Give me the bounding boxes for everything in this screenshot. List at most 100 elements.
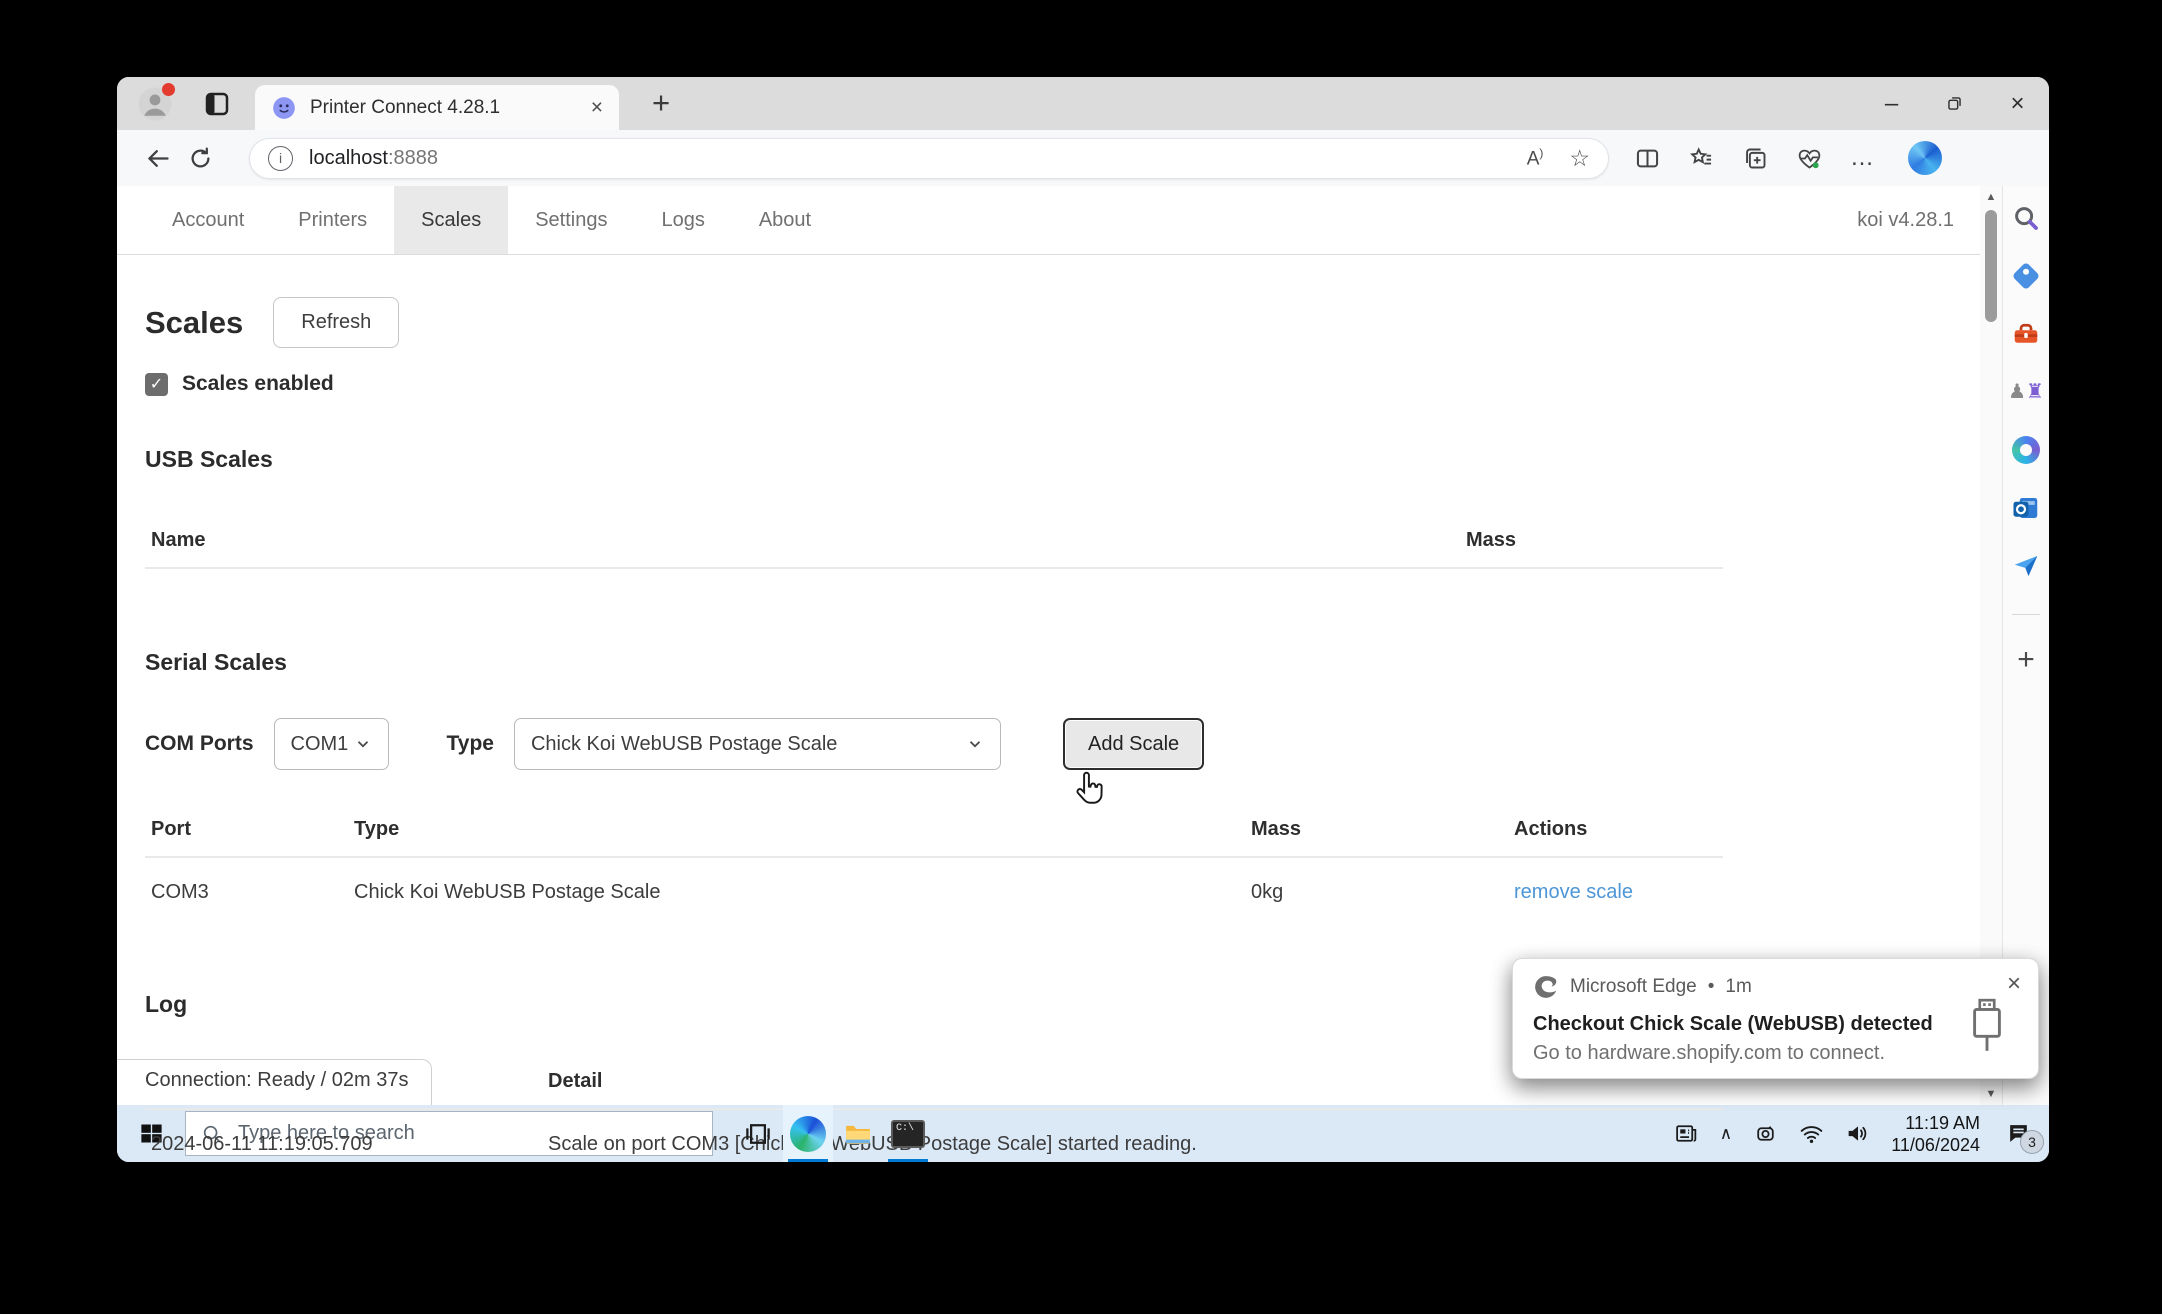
sidebar-drop-icon[interactable] [2010,550,2042,582]
address-bar-actions: A) ☆ [1527,145,1590,172]
nav-item-settings[interactable]: Settings [508,186,634,254]
nav-item-scales[interactable]: Scales [394,186,508,254]
edge-icon [790,1116,826,1152]
notification-count-badge: 3 [2020,1130,2044,1154]
serial-scales-table: Port Type Mass Actions COM3 Chick Koi We… [145,808,1723,927]
profile-avatar[interactable] [137,86,173,122]
favorites-hub-icon[interactable] [1688,145,1715,172]
scroll-down-icon[interactable]: ▼ [1986,1088,1997,1100]
chevron-down-icon [354,735,372,753]
usb-scales-heading: USB Scales [145,446,1952,473]
read-aloud-icon[interactable]: A) [1527,146,1544,170]
com-port-select[interactable]: COM1 [274,718,389,770]
sidebar-divider [2012,614,2040,615]
copilot-icon[interactable] [1908,141,1942,175]
koi-favicon [271,95,297,121]
remove-scale-link[interactable]: remove scale [1514,881,1633,904]
sidebar-add-icon[interactable]: + [2017,643,2035,677]
notification-close-icon[interactable]: × [2007,970,2021,998]
task-view-icon [743,1119,773,1149]
notification-age: 1m [1725,976,1751,998]
close-window-button[interactable]: × [1986,77,2049,130]
browser-tab[interactable]: Printer Connect 4.28.1 × [255,85,619,130]
edge-gray-logo-icon [1533,974,1559,1000]
new-tab-button[interactable]: + [641,83,681,123]
serial-row-type: Chick Koi WebUSB Postage Scale [354,881,1251,904]
nav-item-about[interactable]: About [732,186,838,254]
usb-col-mass: Mass [1466,529,1516,552]
com-port-value: COM1 [291,733,349,756]
file-explorer-icon [843,1119,873,1149]
hand-cursor-icon [1073,768,1109,812]
task-view-button[interactable] [733,1105,783,1162]
type-label: Type [447,732,494,756]
nav-item-account[interactable]: Account [145,186,271,254]
tab-close-icon[interactable]: × [591,96,603,120]
notification-separator: • [1708,976,1715,998]
taskbar-explorer-button[interactable] [833,1105,883,1162]
refresh-page-button[interactable] [179,137,221,179]
browser-toolbar: i localhost:8888 A) ☆ … [117,130,2049,186]
connection-status: Connection: Ready / 02m 37s [117,1059,432,1105]
address-bar[interactable]: i localhost:8888 A) ☆ [249,138,1609,179]
sidebar-tools-icon[interactable] [2010,318,2042,350]
log-col-detail: Detail [548,1070,602,1093]
sidebar-outlook-icon[interactable] [2010,492,2042,524]
sidebar-games-icon[interactable]: ♟♜ [2010,376,2042,408]
scales-enabled-checkbox[interactable]: ✓ [145,373,168,396]
serial-row-mass: 0kg [1251,881,1514,904]
toolbar-icons: … [1634,141,1942,175]
serial-col-port: Port [151,818,354,841]
chevron-down-icon [966,735,984,753]
usb-col-name: Name [151,529,1466,552]
browser-essentials-icon[interactable] [1796,145,1823,172]
sidebar-shopping-icon[interactable] [2010,260,2042,292]
restore-icon [1945,94,1964,113]
usb-plug-icon [1966,995,2008,1057]
serial-col-actions: Actions [1514,818,1587,841]
split-screen-icon[interactable] [1634,145,1661,172]
notification-title: Checkout Chick Scale (WebUSB) detected [1533,1013,2018,1036]
browser-titlebar: Printer Connect 4.28.1 × + – × [117,77,2049,130]
more-menu-icon[interactable]: … [1850,144,1875,172]
serial-table-header: Port Type Mass Actions [145,808,1723,858]
window-controls: – × [1860,77,2049,130]
taskbar-terminal-button[interactable]: C:\ [883,1105,933,1162]
refresh-icon [187,145,214,172]
url-host: localhost [309,147,388,169]
screen: { "window": { "tab_title": "Printer Conn… [0,0,2162,1314]
scroll-up-icon[interactable]: ▲ [1986,191,1997,203]
profile-notification-dot [162,83,175,96]
usb-scales-table: Name Mass [145,519,1723,569]
tab-actions-icon[interactable] [201,88,233,120]
serial-controls: COM Ports COM1 Type Chick Koi WebUSB Pos… [145,718,1952,770]
minimize-button[interactable]: – [1860,77,1923,130]
scrollbar-thumb[interactable] [1985,210,1997,322]
page-title: Scales [145,305,243,341]
sidebar-search-icon[interactable] [2010,202,2042,234]
log-row-datetime: 2024-06-11 11:19:05.709 [151,1133,548,1156]
site-info-icon[interactable]: i [268,146,293,171]
favorite-star-icon[interactable]: ☆ [1569,145,1590,172]
title-row: Scales Refresh [145,297,1952,348]
collections-icon[interactable] [1742,145,1769,172]
restore-button[interactable] [1923,77,1986,130]
nav-item-printers[interactable]: Printers [271,186,394,254]
usb-table-header: Name Mass [145,519,1723,569]
serial-col-mass: Mass [1251,818,1514,841]
scales-enabled-row: ✓ Scales enabled [145,372,1952,396]
page-navbar: Account Printers Scales Settings Logs Ab… [117,186,1980,255]
taskbar-edge-button[interactable] [783,1105,833,1162]
sidebar-m365-icon[interactable] [2010,434,2042,466]
nav-item-logs[interactable]: Logs [634,186,731,254]
url-text: localhost:8888 [309,147,438,170]
add-scale-button[interactable]: Add Scale [1063,718,1204,770]
edge-notification-toast[interactable]: Microsoft Edge • 1m × Checkout Chick Sca… [1512,958,2039,1079]
back-button[interactable] [137,137,179,179]
notification-app-name: Microsoft Edge [1570,976,1697,998]
action-center-button[interactable]: 3 [2001,1117,2035,1151]
notification-header: Microsoft Edge • 1m [1533,974,2018,1000]
refresh-scales-button[interactable]: Refresh [273,297,399,348]
scale-type-select[interactable]: Chick Koi WebUSB Postage Scale [514,718,1001,770]
back-arrow-icon [145,145,172,172]
